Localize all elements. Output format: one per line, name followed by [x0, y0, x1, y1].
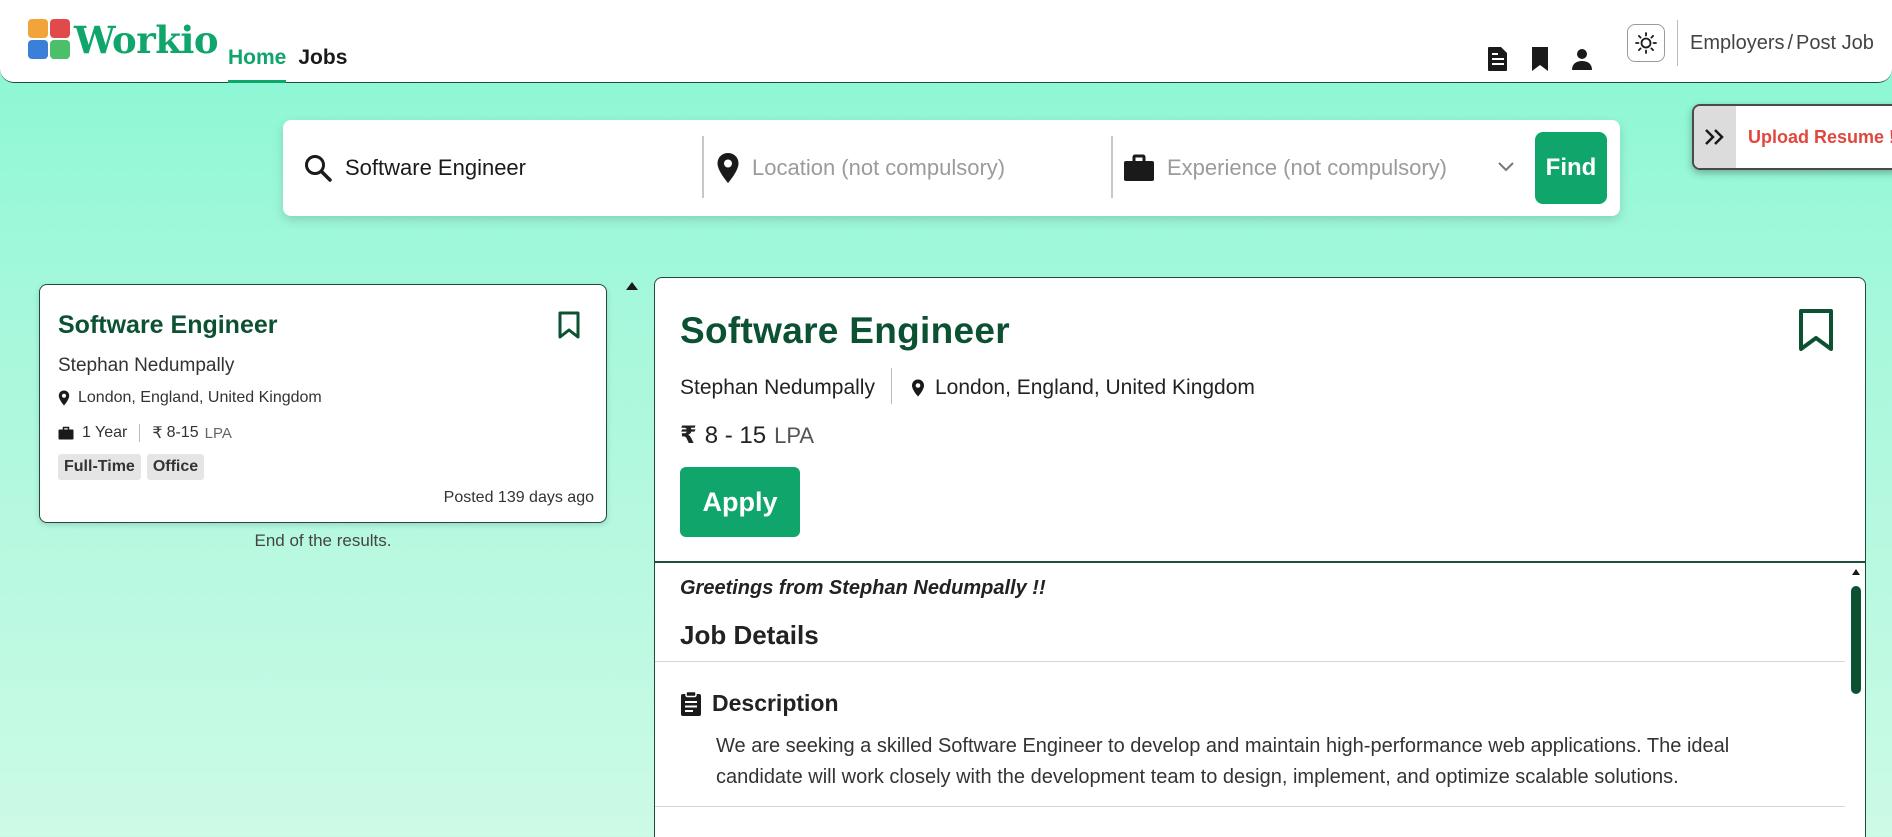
- nav-divider: [1677, 20, 1678, 66]
- tag-badge: Office: [146, 454, 205, 480]
- job-details-heading: Job Details: [680, 620, 819, 650]
- sun-icon: [1635, 32, 1657, 54]
- nav-link-home[interactable]: Home: [228, 46, 287, 83]
- search-input[interactable]: Software Engineer: [345, 155, 526, 181]
- job-card[interactable]: Software Engineer Stephan Nedumpally Lon…: [39, 284, 607, 523]
- bookmark-icon[interactable]: [1526, 45, 1554, 73]
- job-card-posted: Posted 139 days ago: [443, 489, 594, 506]
- location-pin-icon: [912, 379, 924, 397]
- logo-text: Workio: [74, 18, 219, 62]
- job-card-company: Stephan Nedumpally: [58, 355, 235, 376]
- search-divider: [1111, 136, 1113, 198]
- search-icon: [305, 155, 332, 182]
- apply-button[interactable]: Apply: [680, 467, 800, 537]
- job-detail-salary: ₹ 8 - 15 LPA: [680, 421, 814, 450]
- search-divider: [702, 136, 704, 198]
- job-detail-panel: Software Engineer Stephan Nedumpally Lon…: [654, 277, 1866, 837]
- job-card-salary: 8-15: [166, 424, 199, 441]
- upload-resume-drawer[interactable]: Upload Resume !: [1692, 104, 1892, 170]
- section-divider: [655, 806, 1845, 807]
- meta-separator: [139, 424, 141, 442]
- job-detail-location: London, England, United Kingdom: [911, 376, 1255, 400]
- navbar: Workio Home Jobs Employers / Post Job: [0, 0, 1892, 83]
- employers-label: Employers: [1690, 32, 1785, 54]
- keyword-field[interactable]: Software Engineer: [303, 138, 683, 198]
- end-of-results: End of the results.: [254, 531, 392, 550]
- clipboard-icon: [681, 690, 701, 716]
- job-card-meta: 1 Year ₹ 8-15 LPA: [58, 423, 232, 443]
- bookmark-icon[interactable]: [1798, 308, 1834, 357]
- briefcase-icon: [1124, 154, 1154, 181]
- rupee-icon: ₹: [680, 422, 697, 449]
- description-heading: Description: [680, 690, 839, 717]
- user-icon[interactable]: [1568, 45, 1596, 73]
- job-detail-location-text: London, England, United Kingdom: [935, 376, 1255, 399]
- logo[interactable]: Workio: [28, 18, 219, 62]
- double-chevron-right-icon[interactable]: [1694, 106, 1736, 168]
- scrollbar-thumb[interactable]: [1851, 586, 1861, 694]
- location-pin-icon: [58, 390, 70, 406]
- job-detail-salary-unit: LPA: [774, 423, 815, 448]
- puzzle-logo-icon: [28, 19, 72, 61]
- post-job-label: Post Job: [1796, 32, 1874, 54]
- scroll-up-arrow-icon[interactable]: [1851, 568, 1861, 576]
- employers-link[interactable]: Employers / Post Job: [1690, 32, 1874, 55]
- location-field[interactable]: Location (not compulsory): [716, 138, 1086, 198]
- nav-link-jobs[interactable]: Jobs: [298, 46, 347, 83]
- job-card-location: London, England, United Kingdom: [58, 389, 322, 407]
- document-icon[interactable]: [1484, 45, 1512, 73]
- scrollbar[interactable]: [1848, 563, 1864, 837]
- description-text: We are seeking a skilled Software Engine…: [716, 735, 1730, 788]
- job-detail-title: Software Engineer: [680, 310, 1010, 351]
- search-bar: Software Engineer Location (not compulso…: [283, 120, 1620, 216]
- nav-icons: [1484, 45, 1596, 73]
- job-card-title[interactable]: Software Engineer: [58, 311, 278, 340]
- experience-select[interactable]: Experience (not compulsory): [1167, 155, 1447, 181]
- employers-separator: /: [1787, 32, 1794, 54]
- location-input[interactable]: Location (not compulsory): [752, 155, 1005, 181]
- job-detail-company: Stephan Nedumpally: [680, 376, 875, 399]
- chevron-down-icon[interactable]: [1497, 161, 1515, 173]
- bookmark-icon[interactable]: [558, 311, 580, 344]
- job-detail-body[interactable]: Greetings from Stephan Nedumpally !! Job…: [655, 563, 1865, 837]
- job-card-salary-unit: LPA: [204, 424, 232, 442]
- job-card-tags: Full-Time Office: [58, 454, 205, 480]
- section-divider: [655, 661, 1845, 662]
- experience-field[interactable]: Experience (not compulsory): [1123, 138, 1523, 198]
- theme-toggle-button[interactable]: [1627, 24, 1665, 62]
- location-pin-icon: [717, 153, 739, 183]
- scroll-up-arrow-icon[interactable]: [625, 281, 639, 291]
- job-card-location-text: London, England, United Kingdom: [78, 389, 322, 406]
- briefcase-icon: [58, 426, 74, 440]
- find-button[interactable]: Find: [1535, 132, 1607, 204]
- job-card-experience: 1 Year: [82, 424, 128, 441]
- job-detail-salary-value: 8 - 15: [704, 422, 767, 449]
- nav-links: Home Jobs: [228, 46, 347, 83]
- detail-separator: [891, 368, 892, 404]
- tag-badge: Full-Time: [58, 454, 141, 480]
- upload-resume-label[interactable]: Upload Resume !: [1736, 106, 1892, 168]
- greeting-text: Greetings from Stephan Nedumpally !!: [680, 577, 1046, 599]
- rupee-icon: ₹: [152, 425, 163, 442]
- description-heading-text: Description: [712, 690, 839, 716]
